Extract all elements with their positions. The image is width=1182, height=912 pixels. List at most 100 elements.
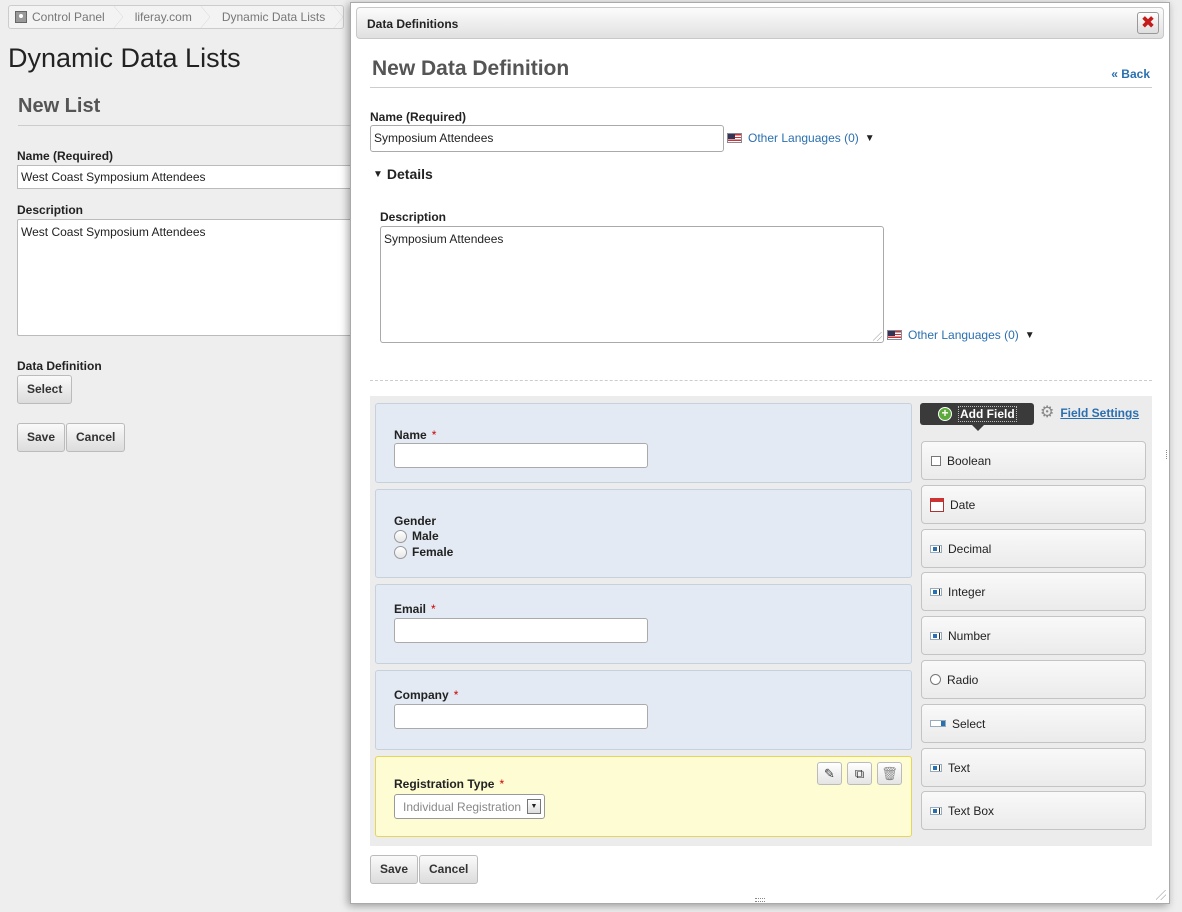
- field-label-text: Registration Type: [394, 777, 495, 791]
- new-data-definition-heading: New Data Definition: [372, 57, 570, 80]
- checkbox-icon: [931, 455, 941, 466]
- breadcrumb-label: Dynamic Data Lists: [221, 10, 326, 24]
- radio-icon: [930, 674, 941, 685]
- field-label: Email *: [394, 602, 436, 616]
- other-languages-link[interactable]: Other Languages (0) ▼: [727, 131, 875, 145]
- list-name-input[interactable]: West Coast Symposium Attendees: [17, 165, 357, 189]
- page-title: Dynamic Data Lists: [8, 43, 241, 73]
- definition-description-textarea[interactable]: Symposium Attendees: [380, 226, 884, 343]
- palette-item-integer[interactable]: Integer: [921, 572, 1146, 611]
- field-label: Name *: [394, 428, 436, 442]
- description-other-languages-link[interactable]: Other Languages (0) ▼: [887, 328, 1035, 342]
- dropdown-arrow-icon: ▼: [1024, 329, 1035, 341]
- required-asterisk: *: [431, 428, 437, 442]
- field-label-text: Name: [394, 428, 427, 442]
- text-field-icon: [930, 587, 942, 596]
- field-label: Gender: [394, 514, 437, 528]
- radio-option-male: Male: [394, 529, 439, 543]
- palette-item-label: Radio: [947, 672, 979, 687]
- breadcrumb-label: Control Panel: [32, 10, 105, 24]
- required-asterisk: *: [453, 688, 459, 702]
- field-label-text: Company: [394, 688, 449, 702]
- palette-item-date[interactable]: Date: [921, 485, 1146, 524]
- list-save-button[interactable]: Save: [17, 423, 66, 452]
- palette-item-label: Integer: [948, 584, 986, 599]
- other-languages-label: Other Languages (0): [908, 328, 1019, 342]
- field-gender[interactable]: Gender Male Female: [375, 489, 912, 578]
- definition-cancel-button[interactable]: Cancel: [419, 855, 479, 884]
- palette-item-label: Decimal: [948, 541, 992, 556]
- form-canvas[interactable]: Name * Gender Male Female Email * Company *: [372, 400, 912, 840]
- data-definition-label: Data Definition: [17, 359, 102, 373]
- details-toggle[interactable]: ▼ Details: [373, 166, 433, 182]
- list-cancel-button[interactable]: Cancel: [66, 423, 126, 452]
- data-definitions-dialog: Data Definitions ✖ New Data Definition «…: [350, 2, 1170, 904]
- field-company[interactable]: Company *: [375, 670, 912, 750]
- palette-item-label: Select: [952, 716, 986, 731]
- radio-icon: [394, 529, 407, 543]
- field-label-text: Email: [394, 602, 427, 616]
- close-icon[interactable]: ✖: [1137, 12, 1159, 34]
- palette-item-text-box[interactable]: Text Box: [921, 791, 1146, 830]
- palette-item-label: Number: [948, 628, 991, 643]
- breadcrumb-site[interactable]: liferay.com: [123, 5, 210, 29]
- select-value: Individual Registration: [403, 800, 522, 814]
- company-preview-input: [394, 704, 648, 729]
- dialog-header[interactable]: Data Definitions ✖: [356, 7, 1164, 39]
- palette-item-label: Date: [950, 497, 976, 512]
- other-languages-label: Other Languages (0): [748, 131, 859, 145]
- required-asterisk: *: [499, 777, 505, 791]
- dialog-bottom-grip[interactable]: [755, 898, 765, 902]
- text-field-icon: [930, 631, 942, 640]
- palette-item-label: Text Box: [948, 803, 995, 818]
- section-divider: [18, 125, 358, 126]
- registration-type-select: Individual Registration ▼: [394, 794, 545, 819]
- us-flag-icon: [887, 330, 902, 340]
- breadcrumb-label: liferay.com: [134, 10, 192, 24]
- palette-item-decimal[interactable]: Decimal: [921, 529, 1146, 568]
- edit-pencil-icon[interactable]: ✎: [817, 762, 842, 785]
- breadcrumb: Control Panel liferay.com Dynamic Data L…: [8, 5, 345, 29]
- text-field-icon: [930, 806, 942, 815]
- field-label: Company *: [394, 688, 458, 702]
- trash-icon[interactable]: 🗑: [877, 762, 902, 785]
- select-data-definition-button[interactable]: Select: [17, 375, 73, 404]
- field-name[interactable]: Name *: [375, 403, 912, 483]
- select-icon: [930, 720, 946, 727]
- description-text: Symposium Attendees: [384, 232, 504, 246]
- breadcrumb-control-panel[interactable]: Control Panel: [9, 5, 123, 29]
- duplicate-icon[interactable]: ⧉: [847, 762, 872, 785]
- calendar-icon: [930, 497, 944, 512]
- field-registration-type[interactable]: ✎ ⧉ 🗑 Registration Type * Individual Regi…: [375, 756, 912, 837]
- back-link[interactable]: « Back: [1111, 67, 1150, 81]
- textarea-resize-handle[interactable]: [873, 332, 882, 341]
- dropdown-arrow-icon: ▼: [864, 132, 875, 144]
- palette-item-number[interactable]: Number: [921, 616, 1146, 655]
- list-description-textarea[interactable]: West Coast Symposium Attendees: [17, 219, 357, 336]
- dialog-side-grip[interactable]: [1166, 450, 1168, 459]
- section-separator: [370, 380, 1152, 381]
- gear-icon: ⚙: [1040, 404, 1055, 421]
- breadcrumb-dynamic-data-lists[interactable]: Dynamic Data Lists: [210, 5, 344, 29]
- dialog-resize-handle[interactable]: [1156, 890, 1166, 900]
- field-settings-link[interactable]: Field Settings: [1060, 406, 1139, 420]
- definition-name-label: Name (Required): [370, 110, 467, 124]
- field-settings-tab[interactable]: ⚙ Field Settings: [1040, 404, 1139, 421]
- palette-item-radio[interactable]: Radio: [921, 660, 1146, 699]
- text-field-icon: [930, 763, 942, 772]
- dialog-title: Data Definitions: [367, 17, 459, 31]
- definition-save-button[interactable]: Save: [370, 855, 419, 884]
- definition-description-label: Description: [380, 210, 447, 224]
- palette-item-boolean[interactable]: Boolean: [921, 441, 1146, 480]
- list-name-label: Name (Required): [17, 149, 114, 163]
- us-flag-icon: [727, 133, 742, 143]
- field-email[interactable]: Email *: [375, 584, 912, 664]
- add-field-tab[interactable]: + Add Field: [920, 403, 1034, 431]
- heading-divider: [370, 87, 1152, 88]
- email-preview-input: [394, 618, 648, 643]
- palette-item-select[interactable]: Select: [921, 704, 1146, 743]
- name-preview-input: [394, 443, 648, 468]
- definition-name-input[interactable]: Symposium Attendees: [370, 125, 724, 152]
- palette-item-text[interactable]: Text: [921, 748, 1146, 787]
- radio-option-female: Female: [394, 545, 453, 559]
